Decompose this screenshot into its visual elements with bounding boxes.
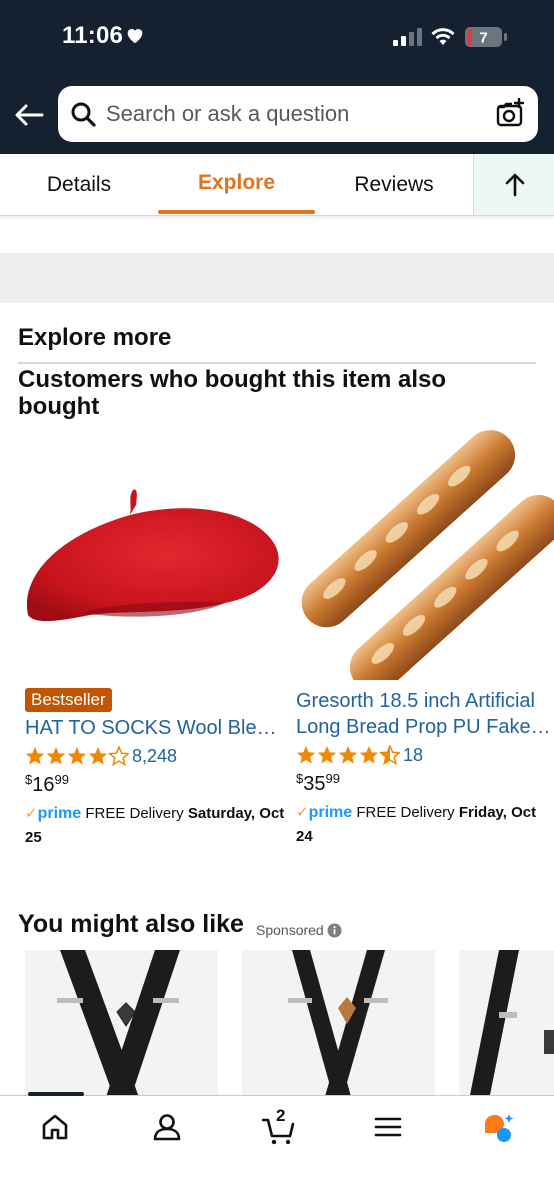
- bottom-navigation: 2: [0, 1092, 554, 1200]
- explore-more-heading: Explore more: [18, 324, 172, 351]
- sponsored-label: Sponsored: [256, 922, 324, 938]
- product-card-beret[interactable]: Bestseller HAT TO SOCKS Wool Ble… 8,248 …: [0, 420, 290, 860]
- search-icon: [71, 102, 96, 127]
- star-rating: [25, 746, 129, 767]
- delivery-info: ✓prime FREE Delivery Friday, Oct 24: [296, 804, 537, 845]
- tab-details[interactable]: Details: [0, 154, 158, 216]
- tab-explore[interactable]: Explore: [158, 154, 315, 216]
- sponsored-product-tile[interactable]: [242, 950, 435, 1100]
- divider: [18, 362, 536, 364]
- delivery-info: ✓prime FREE Delivery Saturday, Oct 25: [25, 805, 285, 846]
- product-price: $1699: [25, 772, 69, 796]
- prime-check-icon: ✓: [296, 804, 309, 821]
- product-image-suspenders: [469, 950, 554, 1100]
- section-separator: [0, 253, 554, 303]
- active-nav-indicator: [28, 1092, 84, 1096]
- rating-count[interactable]: 8,248: [132, 746, 177, 767]
- status-time: 11:06: [62, 22, 124, 49]
- bestseller-badge: Bestseller: [25, 688, 112, 712]
- wifi-icon: [431, 28, 455, 45]
- product-image-suspenders: [288, 950, 388, 1100]
- you-might-also-like-heading: You might also like: [18, 910, 244, 938]
- rufus-ai-icon: [485, 1114, 514, 1142]
- star-rating: [296, 745, 400, 766]
- product-title-line-2[interactable]: Long Bread Prop PU Fake…: [296, 714, 554, 740]
- prime-logo: prime: [37, 805, 82, 822]
- active-tab-indicator: [158, 210, 315, 214]
- scroll-to-top-button[interactable]: [473, 154, 554, 215]
- rating-count[interactable]: 18: [403, 745, 423, 766]
- sponsored-product-tile[interactable]: [459, 950, 554, 1100]
- product-tabs: Details Explore Reviews: [0, 154, 554, 216]
- menu-icon: [374, 1117, 402, 1137]
- back-arrow-icon[interactable]: [12, 98, 46, 132]
- also-bought-heading: Customers who bought this item also boug…: [18, 366, 447, 420]
- tab-reviews[interactable]: Reviews: [315, 154, 473, 216]
- product-title[interactable]: HAT TO SOCKS Wool Ble…: [25, 715, 280, 741]
- prime-logo: prime: [308, 804, 353, 821]
- cellular-signal-icon: [393, 28, 422, 46]
- status-bar: 11:06 7: [0, 0, 554, 76]
- product-title-line-1[interactable]: Gresorth 18.5 inch Artificial: [296, 688, 554, 714]
- product-card-bread[interactable]: Gresorth 18.5 inch Artificial Long Bread…: [290, 420, 554, 860]
- info-icon[interactable]: [327, 923, 342, 938]
- search-bar[interactable]: [58, 86, 538, 142]
- app-header: 11:06 7: [0, 0, 554, 154]
- battery-icon: 7: [465, 27, 507, 47]
- product-price: $3599: [296, 771, 340, 795]
- camera-search-icon[interactable]: [495, 98, 525, 128]
- product-image-suspenders: [57, 950, 180, 1100]
- product-image-bread[interactable]: [290, 425, 554, 680]
- nav-home[interactable]: [25, 1110, 85, 1150]
- nav-menu[interactable]: [358, 1110, 418, 1150]
- search-input[interactable]: [106, 86, 486, 142]
- cart-count-badge: 2: [276, 1106, 286, 1125]
- prime-check-icon: ✓: [25, 805, 38, 822]
- product-image-beret[interactable]: [20, 475, 285, 655]
- heart-icon: [127, 29, 143, 44]
- nav-rufus[interactable]: [467, 1110, 527, 1150]
- arrow-up-icon: [505, 173, 525, 197]
- battery-level: 7: [479, 30, 487, 47]
- account-icon: [153, 1114, 181, 1141]
- home-icon: [42, 1114, 68, 1140]
- sponsored-product-tile[interactable]: [25, 950, 218, 1100]
- nav-account[interactable]: [137, 1110, 197, 1150]
